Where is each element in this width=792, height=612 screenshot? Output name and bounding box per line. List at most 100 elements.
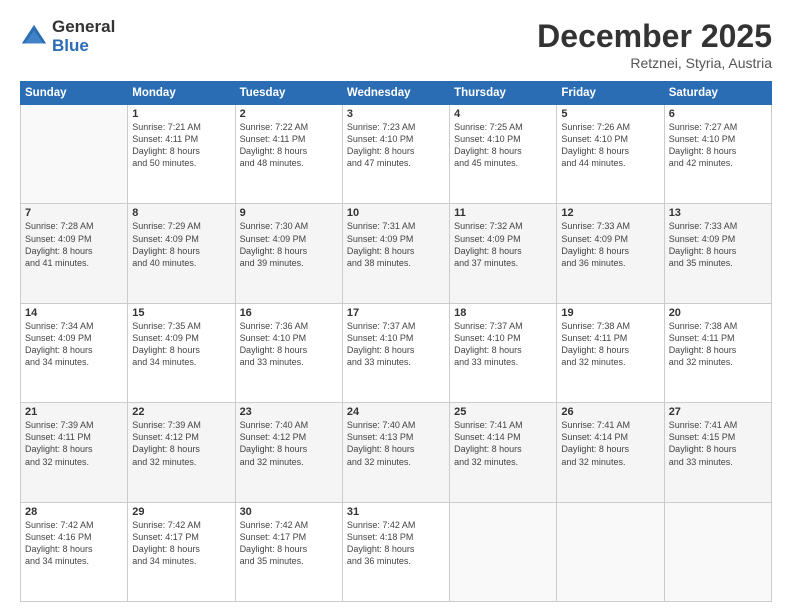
day-info: Sunrise: 7:23 AM Sunset: 4:10 PM Dayligh… [347, 121, 445, 170]
calendar-cell [21, 105, 128, 204]
calendar-week-row: 21Sunrise: 7:39 AM Sunset: 4:11 PM Dayli… [21, 403, 772, 502]
calendar-cell [557, 502, 664, 601]
calendar-cell: 7Sunrise: 7:28 AM Sunset: 4:09 PM Daylig… [21, 204, 128, 303]
day-number: 4 [454, 108, 552, 120]
day-info: Sunrise: 7:26 AM Sunset: 4:10 PM Dayligh… [561, 121, 659, 170]
day-info: Sunrise: 7:30 AM Sunset: 4:09 PM Dayligh… [240, 220, 338, 269]
weekday-header: Sunday [21, 82, 128, 105]
day-info: Sunrise: 7:41 AM Sunset: 4:14 PM Dayligh… [561, 419, 659, 468]
day-info: Sunrise: 7:35 AM Sunset: 4:09 PM Dayligh… [132, 320, 230, 369]
calendar-cell: 14Sunrise: 7:34 AM Sunset: 4:09 PM Dayli… [21, 303, 128, 402]
logo-blue: Blue [52, 37, 115, 56]
day-info: Sunrise: 7:41 AM Sunset: 4:14 PM Dayligh… [454, 419, 552, 468]
logo: General Blue [20, 18, 115, 55]
day-info: Sunrise: 7:33 AM Sunset: 4:09 PM Dayligh… [669, 220, 767, 269]
calendar-cell: 4Sunrise: 7:25 AM Sunset: 4:10 PM Daylig… [450, 105, 557, 204]
day-info: Sunrise: 7:41 AM Sunset: 4:15 PM Dayligh… [669, 419, 767, 468]
weekday-header: Wednesday [342, 82, 449, 105]
weekday-header: Friday [557, 82, 664, 105]
day-number: 14 [25, 307, 123, 319]
day-number: 12 [561, 207, 659, 219]
calendar-cell: 31Sunrise: 7:42 AM Sunset: 4:18 PM Dayli… [342, 502, 449, 601]
day-info: Sunrise: 7:27 AM Sunset: 4:10 PM Dayligh… [669, 121, 767, 170]
day-info: Sunrise: 7:37 AM Sunset: 4:10 PM Dayligh… [454, 320, 552, 369]
page: General Blue December 2025 Retznei, Styr… [0, 0, 792, 612]
weekday-header: Tuesday [235, 82, 342, 105]
calendar-cell [664, 502, 771, 601]
day-number: 6 [669, 108, 767, 120]
day-number: 21 [25, 406, 123, 418]
calendar-cell: 16Sunrise: 7:36 AM Sunset: 4:10 PM Dayli… [235, 303, 342, 402]
day-info: Sunrise: 7:36 AM Sunset: 4:10 PM Dayligh… [240, 320, 338, 369]
day-info: Sunrise: 7:42 AM Sunset: 4:18 PM Dayligh… [347, 519, 445, 568]
calendar-cell: 27Sunrise: 7:41 AM Sunset: 4:15 PM Dayli… [664, 403, 771, 502]
calendar-cell: 13Sunrise: 7:33 AM Sunset: 4:09 PM Dayli… [664, 204, 771, 303]
calendar-cell: 8Sunrise: 7:29 AM Sunset: 4:09 PM Daylig… [128, 204, 235, 303]
weekday-header: Thursday [450, 82, 557, 105]
day-number: 7 [25, 207, 123, 219]
calendar-cell: 23Sunrise: 7:40 AM Sunset: 4:12 PM Dayli… [235, 403, 342, 502]
day-number: 29 [132, 506, 230, 518]
day-info: Sunrise: 7:33 AM Sunset: 4:09 PM Dayligh… [561, 220, 659, 269]
day-number: 8 [132, 207, 230, 219]
day-number: 28 [25, 506, 123, 518]
day-number: 17 [347, 307, 445, 319]
weekday-header-row: SundayMondayTuesdayWednesdayThursdayFrid… [21, 82, 772, 105]
calendar-cell: 15Sunrise: 7:35 AM Sunset: 4:09 PM Dayli… [128, 303, 235, 402]
day-number: 27 [669, 406, 767, 418]
title-block: December 2025 Retznei, Styria, Austria [537, 18, 772, 71]
calendar-week-row: 28Sunrise: 7:42 AM Sunset: 4:16 PM Dayli… [21, 502, 772, 601]
header: General Blue December 2025 Retznei, Styr… [20, 18, 772, 71]
calendar-cell: 21Sunrise: 7:39 AM Sunset: 4:11 PM Dayli… [21, 403, 128, 502]
calendar-cell: 12Sunrise: 7:33 AM Sunset: 4:09 PM Dayli… [557, 204, 664, 303]
logo-text: General Blue [52, 18, 115, 55]
location: Retznei, Styria, Austria [537, 55, 772, 71]
day-info: Sunrise: 7:39 AM Sunset: 4:12 PM Dayligh… [132, 419, 230, 468]
calendar-week-row: 1Sunrise: 7:21 AM Sunset: 4:11 PM Daylig… [21, 105, 772, 204]
calendar-cell: 9Sunrise: 7:30 AM Sunset: 4:09 PM Daylig… [235, 204, 342, 303]
day-info: Sunrise: 7:22 AM Sunset: 4:11 PM Dayligh… [240, 121, 338, 170]
day-info: Sunrise: 7:34 AM Sunset: 4:09 PM Dayligh… [25, 320, 123, 369]
day-info: Sunrise: 7:29 AM Sunset: 4:09 PM Dayligh… [132, 220, 230, 269]
day-number: 2 [240, 108, 338, 120]
day-info: Sunrise: 7:42 AM Sunset: 4:17 PM Dayligh… [132, 519, 230, 568]
day-info: Sunrise: 7:31 AM Sunset: 4:09 PM Dayligh… [347, 220, 445, 269]
weekday-header: Monday [128, 82, 235, 105]
day-number: 31 [347, 506, 445, 518]
day-number: 10 [347, 207, 445, 219]
day-info: Sunrise: 7:40 AM Sunset: 4:13 PM Dayligh… [347, 419, 445, 468]
calendar-cell: 20Sunrise: 7:38 AM Sunset: 4:11 PM Dayli… [664, 303, 771, 402]
day-number: 18 [454, 307, 552, 319]
logo-general: General [52, 18, 115, 37]
calendar-cell: 1Sunrise: 7:21 AM Sunset: 4:11 PM Daylig… [128, 105, 235, 204]
day-number: 25 [454, 406, 552, 418]
day-number: 23 [240, 406, 338, 418]
weekday-header: Saturday [664, 82, 771, 105]
calendar-cell: 29Sunrise: 7:42 AM Sunset: 4:17 PM Dayli… [128, 502, 235, 601]
calendar-cell: 18Sunrise: 7:37 AM Sunset: 4:10 PM Dayli… [450, 303, 557, 402]
day-number: 16 [240, 307, 338, 319]
day-number: 15 [132, 307, 230, 319]
day-number: 19 [561, 307, 659, 319]
day-number: 26 [561, 406, 659, 418]
day-info: Sunrise: 7:25 AM Sunset: 4:10 PM Dayligh… [454, 121, 552, 170]
calendar-cell: 22Sunrise: 7:39 AM Sunset: 4:12 PM Dayli… [128, 403, 235, 502]
day-number: 5 [561, 108, 659, 120]
day-number: 3 [347, 108, 445, 120]
calendar-cell: 28Sunrise: 7:42 AM Sunset: 4:16 PM Dayli… [21, 502, 128, 601]
day-number: 22 [132, 406, 230, 418]
month-title: December 2025 [537, 18, 772, 55]
calendar-cell: 5Sunrise: 7:26 AM Sunset: 4:10 PM Daylig… [557, 105, 664, 204]
day-number: 11 [454, 207, 552, 219]
calendar-week-row: 7Sunrise: 7:28 AM Sunset: 4:09 PM Daylig… [21, 204, 772, 303]
calendar-cell: 30Sunrise: 7:42 AM Sunset: 4:17 PM Dayli… [235, 502, 342, 601]
day-number: 30 [240, 506, 338, 518]
calendar-cell: 24Sunrise: 7:40 AM Sunset: 4:13 PM Dayli… [342, 403, 449, 502]
calendar-cell: 6Sunrise: 7:27 AM Sunset: 4:10 PM Daylig… [664, 105, 771, 204]
day-info: Sunrise: 7:38 AM Sunset: 4:11 PM Dayligh… [669, 320, 767, 369]
day-info: Sunrise: 7:42 AM Sunset: 4:17 PM Dayligh… [240, 519, 338, 568]
calendar-cell: 26Sunrise: 7:41 AM Sunset: 4:14 PM Dayli… [557, 403, 664, 502]
day-info: Sunrise: 7:42 AM Sunset: 4:16 PM Dayligh… [25, 519, 123, 568]
day-number: 24 [347, 406, 445, 418]
day-info: Sunrise: 7:32 AM Sunset: 4:09 PM Dayligh… [454, 220, 552, 269]
